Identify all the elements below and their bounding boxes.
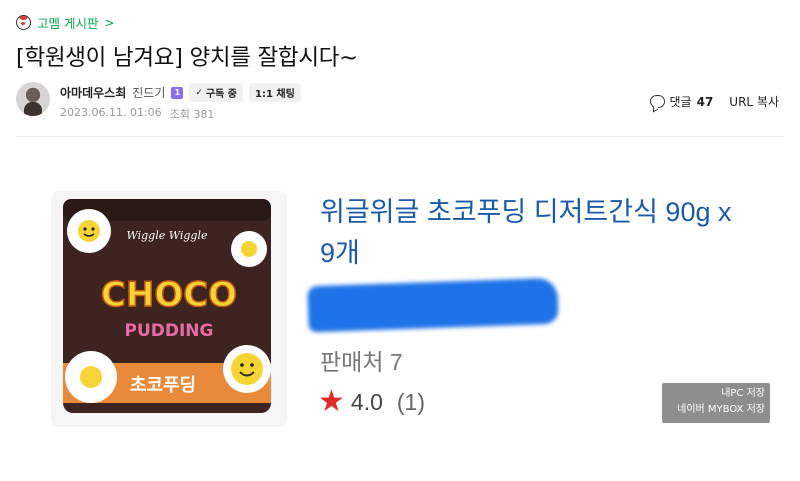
post-date: 2023.06.11. 01:06 <box>60 106 162 119</box>
clown-icon <box>16 15 31 30</box>
comment-count: 47 <box>696 94 714 109</box>
url-copy-button[interactable]: URL 복사 <box>729 93 779 110</box>
author-row: 아마데우스최 진드기 1 ✓ 구독 중 1:1 채팅 <box>60 83 301 102</box>
view-count: 조회 381 <box>169 108 215 121</box>
author-name[interactable]: 아마데우스최 <box>60 84 126 101</box>
rating-value: 4.0 <box>350 388 383 415</box>
product-image[interactable]: Wiggle Wiggle CHOCO PUDDING 초코푸딩 <box>51 191 287 427</box>
comment-label: 댓글 <box>669 95 692 109</box>
choco-pudding-package-image: Wiggle Wiggle CHOCO PUDDING 초코푸딩 <box>51 191 287 427</box>
save-to-mybox-button[interactable]: 네이버 MYBOX 저장 <box>667 402 765 418</box>
image-sub-text: PUDDING <box>125 321 214 341</box>
board-link[interactable]: 고멤 게시판 > <box>16 13 115 32</box>
redaction-mark <box>307 277 559 333</box>
save-to-pc-button[interactable]: 내PC 저장 <box>667 386 765 402</box>
image-main-text: CHOCO <box>101 275 237 315</box>
post-meta: 2023.06.11. 01:06 조회 381 <box>60 106 214 122</box>
author-level: 진드기 <box>132 86 166 100</box>
flower-icon <box>65 351 117 403</box>
flower-icon <box>231 231 267 267</box>
flower-icon <box>67 209 111 253</box>
chat-button[interactable]: 1:1 채팅 <box>249 83 301 102</box>
board-label: 고멤 게시판 <box>37 16 99 31</box>
product-title-link[interactable]: 위글위글 초코푸딩 디저트간식 90g x 9개 <box>320 192 750 274</box>
subscribe-button[interactable]: ✓ 구독 중 <box>189 83 244 102</box>
image-top-text: Wiggle Wiggle <box>127 229 208 242</box>
image-korean-text: 초코푸딩 <box>130 375 196 396</box>
subscribe-label: 구독 중 <box>205 89 238 100</box>
rating: ★ 4.0 (1) <box>318 387 425 417</box>
chat-label: 1:1 채팅 <box>255 89 295 100</box>
level-badge: 1 <box>171 86 184 99</box>
star-icon: ★ <box>318 385 345 418</box>
rating-count: (1) <box>396 388 426 415</box>
smiley-icon <box>223 345 271 393</box>
post-actions: 댓글 47 URL 복사 <box>649 93 779 110</box>
avatar[interactable] <box>16 82 50 116</box>
seller-count[interactable]: 판매처 7 <box>320 343 403 377</box>
post-title: [학원생이 남겨요] 양치를 잘합시다~ <box>16 45 358 71</box>
chevron-right-icon: > <box>104 15 115 30</box>
comment-button[interactable]: 댓글 47 <box>649 93 714 110</box>
comment-icon <box>649 95 665 108</box>
check-icon: ✓ <box>195 87 203 98</box>
divider <box>16 136 784 137</box>
image-save-overlay: 내PC 저장 네이버 MYBOX 저장 <box>662 383 770 423</box>
